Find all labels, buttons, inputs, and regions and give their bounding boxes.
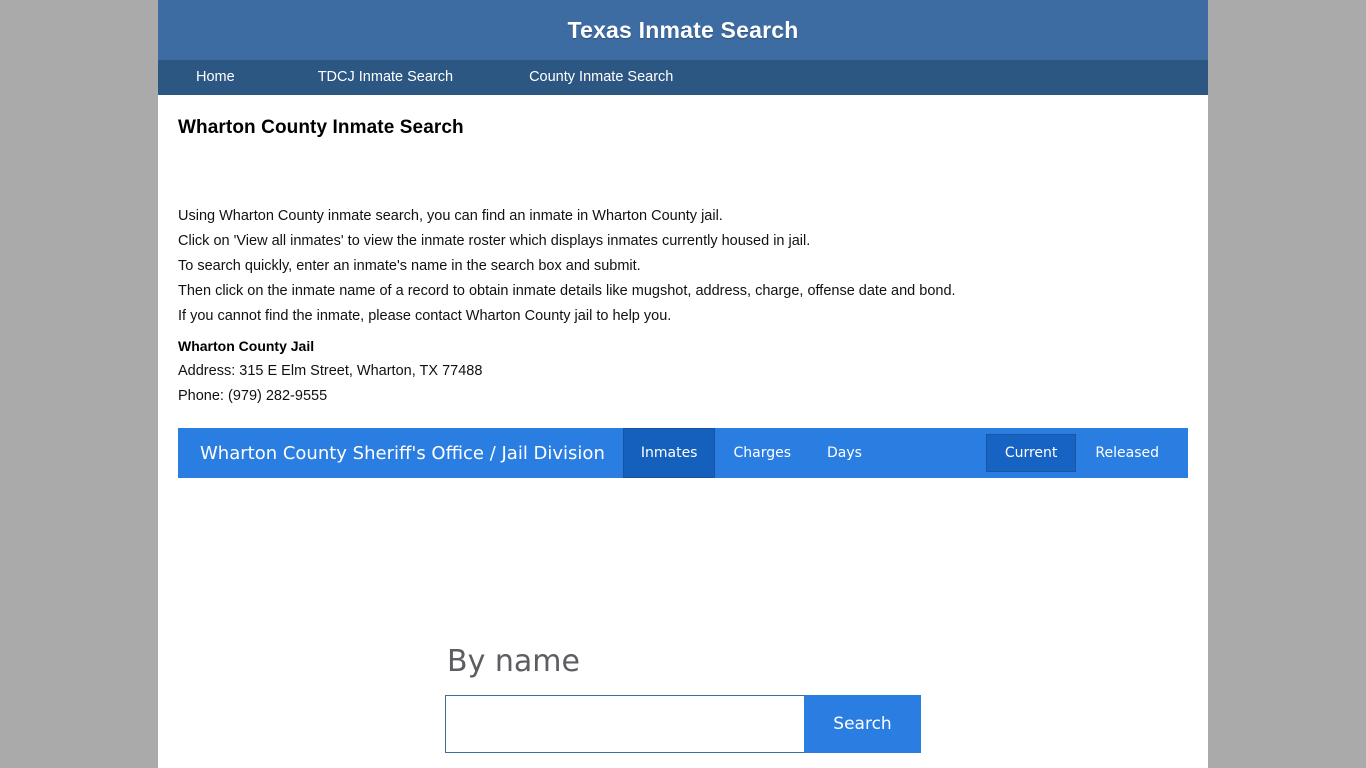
roster-toolbar-filters: Current Released — [985, 428, 1188, 478]
search-button[interactable]: Search — [804, 695, 921, 753]
nav-item-county-inmate-search[interactable]: County Inmate Search — [529, 60, 673, 95]
site-title: Texas Inmate Search — [567, 16, 799, 43]
intro-line: To search quickly, enter an inmate's nam… — [178, 258, 641, 274]
page-title: Wharton County Inmate Search — [178, 117, 464, 138]
search-label: By name — [447, 644, 580, 679]
main-content: Wharton County Inmate Search Using Whart… — [158, 95, 1208, 753]
site-header: Texas Inmate Search — [158, 0, 1208, 60]
main-navigation: Home TDCJ Inmate Search County Inmate Se… — [158, 60, 1208, 95]
roster-tab-days[interactable]: Days — [809, 428, 880, 478]
intro-line: Then click on the inmate name of a recor… — [178, 283, 956, 299]
page-container: Texas Inmate Search Home TDCJ Inmate Sea… — [158, 0, 1208, 768]
search-row: Search — [445, 695, 921, 753]
search-input[interactable] — [445, 695, 804, 753]
roster-filter-released[interactable]: Released — [1076, 434, 1178, 472]
nav-item-tdcj-inmate-search[interactable]: TDCJ Inmate Search — [318, 60, 453, 95]
nav-item-home[interactable]: Home — [196, 60, 235, 95]
jail-name: Wharton County Jail — [178, 338, 315, 354]
roster-toolbar: Wharton County Sheriff's Office / Jail D… — [178, 428, 1188, 478]
roster-toolbar-brand: Wharton County Sheriff's Office / Jail D… — [200, 442, 605, 464]
intro-line: If you cannot find the inmate, please co… — [178, 308, 672, 324]
jail-contact-block: Wharton County Jail Address: 315 E Elm S… — [178, 329, 1188, 409]
search-form: By name Search — [445, 643, 921, 753]
roster-toolbar-spacer — [880, 428, 986, 478]
intro-line: Click on 'View all inmates' to view the … — [178, 233, 811, 249]
jail-phone: Phone: (979) 282-9555 — [178, 388, 328, 404]
intro-line: Using Wharton County inmate search, you … — [178, 208, 723, 224]
jail-address: Address: 315 E Elm Street, Wharton, TX 7… — [178, 363, 483, 379]
intro-text-block: Using Wharton County inmate search, you … — [178, 139, 1188, 329]
search-section: By name Search — [178, 478, 1188, 753]
roster-tab-inmates[interactable]: Inmates — [622, 428, 716, 478]
roster-tab-charges[interactable]: Charges — [715, 428, 809, 478]
roster-filter-current[interactable]: Current — [985, 434, 1077, 472]
